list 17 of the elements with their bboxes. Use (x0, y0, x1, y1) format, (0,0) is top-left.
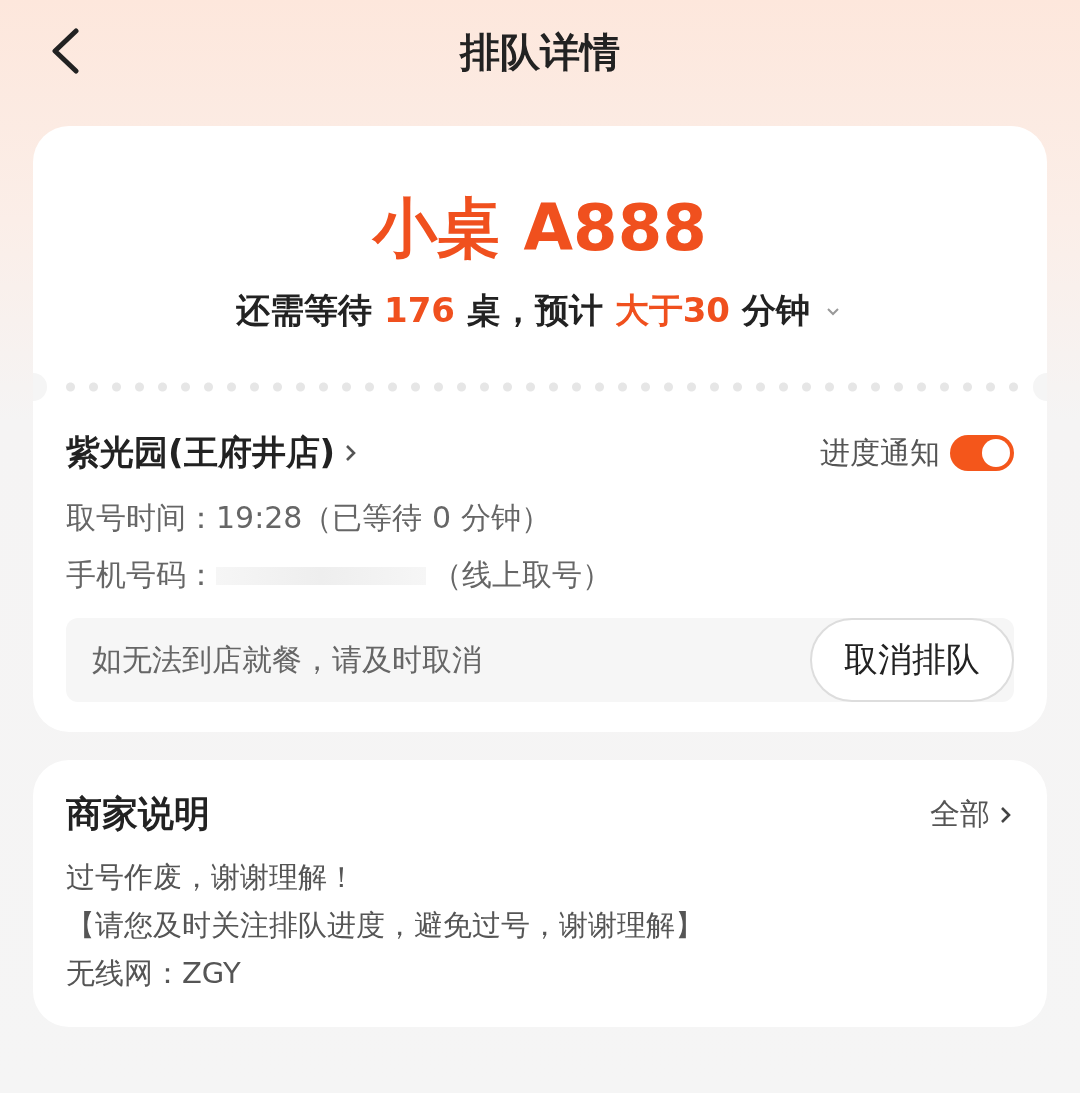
note-line: 无线网：ZGY (66, 955, 242, 992)
back-icon[interactable] (50, 28, 80, 74)
note-line: 【请您及时关注排队进度，避免过号，谢谢理解】 (66, 907, 705, 944)
wait-info: 还需等待 176 桌，预计 大于30 分钟 (236, 289, 810, 332)
queue-number: 小桌 A888 (373, 196, 707, 260)
phone-note: （线上取号） (432, 556, 612, 594)
phone-label: 手机号码： (66, 556, 216, 594)
store-name[interactable]: 紫光园(王府井店) (66, 430, 336, 476)
note-line: 过号作废，谢谢理解！ (66, 859, 357, 896)
cancel-hint: 如无法到店就餐，请及时取消 (92, 640, 482, 679)
page-title: 排队详情 (460, 27, 620, 77)
view-all-link[interactable]: 全部 (930, 794, 990, 835)
notes-title: 商家说明 (66, 792, 210, 836)
cancel-queue-button[interactable]: 取消排队 (810, 618, 1014, 702)
take-time: 取号时间：19:28（已等待 0 分钟） (66, 499, 552, 537)
notify-toggle[interactable] (950, 435, 1014, 471)
notify-label: 进度通知 (820, 433, 940, 472)
